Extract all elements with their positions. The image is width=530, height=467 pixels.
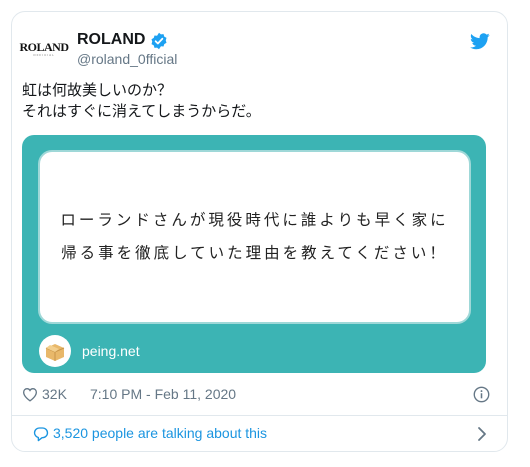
- question-line: 帰る事を徹底していた理由を教えてください！: [61, 244, 448, 262]
- avatar-logo-subtext: OFFICIAL: [33, 53, 55, 57]
- chevron-right-icon[interactable]: [476, 426, 488, 442]
- peing-box-icon: [39, 335, 71, 367]
- heart-icon[interactable]: [22, 387, 38, 402]
- tweet-text: 虹は何故美しいのか？ それはすぐに消えてしまうからだ。: [22, 80, 492, 122]
- tweet-meta-row: 32K 7:10 PM - Feb 11, 2020: [22, 385, 492, 405]
- speech-bubble-icon: [33, 427, 49, 442]
- tweet-text-line: 虹は何故美しいのか？: [22, 81, 173, 99]
- twitter-bird-icon[interactable]: [470, 33, 490, 50]
- verified-badge-icon: [151, 32, 167, 50]
- peing-site-label: peing.net: [82, 343, 140, 359]
- avatar[interactable]: ROLAND OFFICIAL: [19, 27, 70, 71]
- media-card[interactable]: ローランドさんが現役時代に誰よりも早く家に 帰る事を徹底していた理由を教えてくだ…: [22, 135, 486, 373]
- account-handle[interactable]: @roland_0fficial: [77, 51, 177, 67]
- like-count[interactable]: 32K: [42, 386, 67, 402]
- tweet-text-line: それはすぐに消えてしまうからだ。: [22, 102, 261, 120]
- display-name[interactable]: ROLAND: [77, 31, 145, 49]
- conversation-link[interactable]: 3,520 people are talking about this: [11, 416, 508, 451]
- conversation-label[interactable]: 3,520 people are talking about this: [53, 425, 267, 441]
- tweet-timestamp[interactable]: 7:10 PM - Feb 11, 2020: [90, 386, 236, 402]
- question-box: ローランドさんが現役時代に誰よりも早く家に 帰る事を徹底していた理由を教えてくだ…: [38, 150, 471, 324]
- avatar-logo-text: ROLAND: [19, 40, 70, 54]
- question-line: ローランドさんが現役時代に誰よりも早く家に: [60, 211, 449, 229]
- info-icon[interactable]: [473, 386, 490, 403]
